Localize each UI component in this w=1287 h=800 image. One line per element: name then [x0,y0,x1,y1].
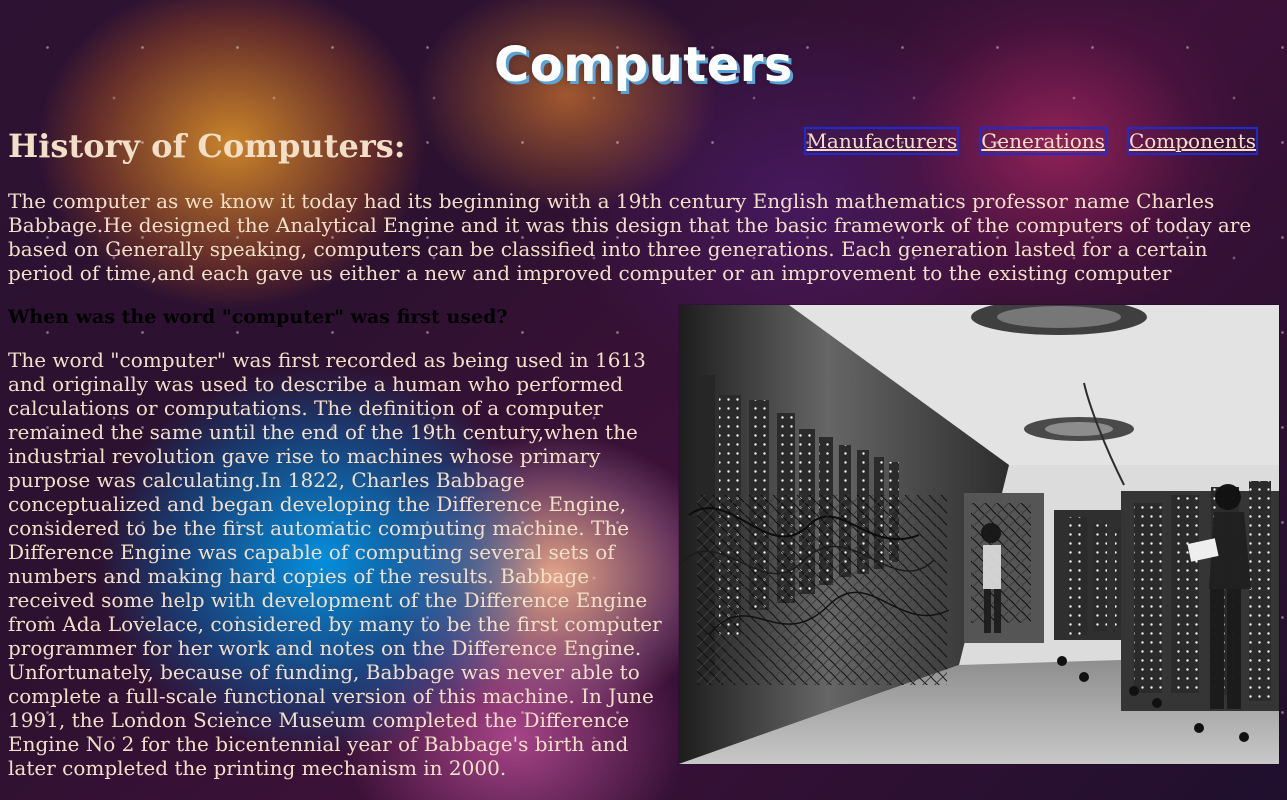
question-heading: When was the word "computer" was first u… [8,306,508,328]
nav-link-generations[interactable]: Generations [979,127,1107,155]
eniac-photo [679,305,1279,764]
nav-link-components[interactable]: Components [1126,127,1258,155]
history-paragraph: The word "computer" was first recorded a… [8,348,662,780]
intro-paragraph: The computer as we know it today had its… [8,189,1252,285]
top-navigation: Manufacturers Generations Components [804,127,1258,155]
nav-link-manufacturers[interactable]: Manufacturers [804,127,960,155]
section-heading: History of Computers: [8,127,406,165]
page-title: Computers [494,37,793,93]
